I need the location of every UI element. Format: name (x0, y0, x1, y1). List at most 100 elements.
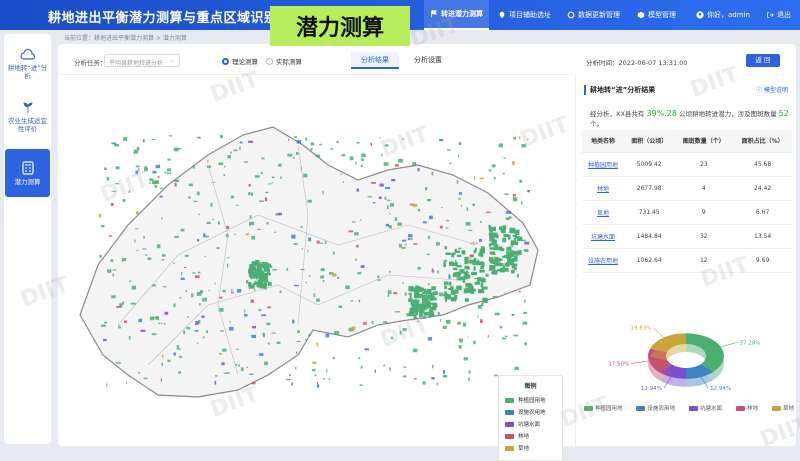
legend-title: 图例 (524, 383, 537, 390)
refresh-icon (567, 11, 575, 19)
table-cell: 1062.64 (624, 248, 675, 273)
radio-label: 理论测算 (232, 58, 258, 66)
donut-legend-item[interactable]: 草地 (771, 404, 794, 412)
main-panel: 分析任务： 平阴县耕地转进分析 ⌄ 理论测算 实际测算 分析结果 分析设置 分析… (58, 44, 796, 461)
back-button[interactable]: 返 回 (746, 54, 780, 67)
legend-label: 林地 (518, 434, 530, 440)
location-pin-icon (499, 11, 505, 19)
donut-label-line (653, 327, 665, 338)
result-title: 耕地转“进”分析结果 (584, 85, 655, 95)
legend-label: 设施农用地 (518, 410, 546, 416)
donut-chart: 37.28% 12.94% 12.94% 17.50% 19.83% (608, 326, 760, 392)
legend-item: 草地 (505, 442, 556, 454)
table-cell: 731.45 (624, 200, 675, 225)
legend-label: 草地 (518, 446, 530, 452)
legend-item: 林地 (505, 430, 556, 442)
flag-icon (431, 10, 438, 18)
sidebar-item-conversion-analysis[interactable]: 耕地转“进”分析 (5, 40, 50, 88)
donut-label-line (720, 341, 738, 348)
donut-slice-label: 12.94% (641, 386, 662, 392)
legend-item: 设施农用地 (505, 406, 556, 418)
nav-label: 模型管理 (648, 11, 676, 19)
nav-data-update[interactable]: 数据更新管理 (567, 0, 620, 30)
sidebar-item-suitability[interactable]: 农业生成适宜性评价 (5, 92, 50, 140)
column-header: 图斑数量（个） (674, 130, 734, 153)
donut-legend-label: 种植园用地 (595, 406, 623, 412)
user-greeting: 你好，admin (707, 11, 750, 19)
table-cell: 23 (674, 152, 734, 177)
column-header: 面积（公顷） (624, 130, 675, 153)
logout-button[interactable]: 退出 (766, 0, 791, 30)
model-icon (637, 11, 645, 19)
legend-swatch (771, 405, 781, 411)
table-cell: 32 (674, 224, 734, 249)
donut-legend-label: 坑塘水面 (699, 406, 722, 412)
model-help-label: 模型说明 (763, 87, 788, 94)
table-cell: 9 (674, 200, 734, 225)
table-row: 设施农用地 1062.64 12 9.69 (582, 248, 792, 273)
sidebar-item-potential[interactable]: 潜力测算 (5, 149, 50, 197)
legend-swatch (505, 421, 514, 427)
donut-legend-item[interactable]: 设施农用地 (636, 404, 675, 412)
table-row: 草地 731.45 9 6.67 (582, 200, 792, 225)
table-cell: 5009.42 (624, 152, 675, 177)
tab-settings[interactable]: 分析设置 (404, 52, 452, 69)
column-header: 面积占比（%） (733, 130, 792, 153)
summary-mid: 公顷耕地转进潜力，涉及图斑数量 (679, 110, 777, 118)
donut-slice-label: 12.94% (710, 386, 731, 392)
table-cell: 4 (674, 176, 734, 201)
donut-legend-item[interactable]: 林地 (735, 404, 758, 412)
map-canvas (79, 126, 539, 398)
table-row: 林地 2677.98 4 24.42 (582, 176, 792, 201)
table-row: 种植园用地 5009.42 23 45.68 (582, 152, 792, 177)
radio-actual[interactable]: 实际测算 (266, 56, 302, 66)
radio-dot (266, 57, 273, 65)
task-select[interactable]: 平阴县耕地转进分析 ⌄ (104, 54, 180, 67)
radio-theory[interactable]: 理论测算 (222, 56, 258, 66)
donut-slice-label: 17.50% (608, 361, 629, 367)
land-type-link[interactable]: 种植园用地 (582, 152, 624, 177)
land-type-link[interactable]: 草地 (582, 200, 624, 225)
logout-label: 退出 (777, 11, 791, 19)
land-type-link[interactable]: 设施农用地 (582, 248, 624, 273)
nav-label: 数据更新管理 (578, 11, 620, 19)
map-legend: 图例 种植园用地 设施农用地 坑塘水面 林地 草地 (498, 375, 563, 461)
tab-result[interactable]: 分析结果 (351, 52, 399, 69)
nav-model[interactable]: 模型管理 (637, 0, 676, 30)
help-icon: ⓘ (756, 87, 763, 94)
table-cell: 45.68 (733, 152, 792, 177)
nav-site-selection[interactable]: 项目辅助选址 (498, 0, 551, 30)
summary-pre: 经分析，XX县共有 (590, 110, 645, 118)
donut-legend-item[interactable]: 种植园用地 (584, 404, 623, 412)
analysis-time: 分析时间：2022-06-07 13:31:00 (586, 59, 688, 67)
nav-potential[interactable]: 转进潜力测算 (424, 0, 489, 30)
app-title: 耕地进出平衡潜力测算与重点区域识别 (48, 11, 278, 26)
donut-slice-label: 19.83% (630, 326, 651, 332)
model-help-link[interactable]: ⓘ 模型说明 (756, 85, 788, 94)
land-type-link[interactable]: 林地 (582, 176, 624, 201)
table-cell: 1484.84 (624, 224, 675, 249)
legend-item: 种植园用地 (505, 394, 556, 406)
user-menu[interactable]: 你好，admin (696, 0, 750, 30)
table-cell: 24.42 (733, 176, 792, 201)
radio-dot (222, 57, 229, 65)
user-avatar-icon (696, 11, 704, 19)
table-row: 坑塘水面 1484.84 32 13.54 (582, 224, 792, 249)
donut-label-line (631, 360, 649, 364)
column-header: 地类名称 (582, 130, 624, 153)
map-view[interactable]: 图例 种植园用地 设施农用地 坑塘水面 林地 草地 (58, 74, 573, 461)
summary-count: 52 (778, 109, 789, 118)
donut-legend-item[interactable]: 坑塘水面 (688, 404, 722, 412)
page-badge: 潜力测算 (270, 6, 410, 46)
nav-label: 项目辅助选址 (509, 11, 551, 19)
legend-swatch (688, 405, 698, 411)
result-panel: 耕地转“进”分析结果 ⓘ 模型说明 经分析，XX县共有 39%.28 公顷耕地转… (575, 74, 796, 446)
legend-swatch (505, 397, 514, 403)
task-select-value: 平阴县耕地转进分析 (109, 60, 164, 67)
table-cell: 2677.98 (624, 176, 675, 201)
table-cell: 13.54 (733, 224, 792, 249)
nav-label: 转进潜力测算 (441, 10, 483, 18)
legend-swatch (636, 405, 646, 411)
legend-swatch (505, 409, 514, 415)
land-type-link[interactable]: 坑塘水面 (582, 224, 624, 249)
